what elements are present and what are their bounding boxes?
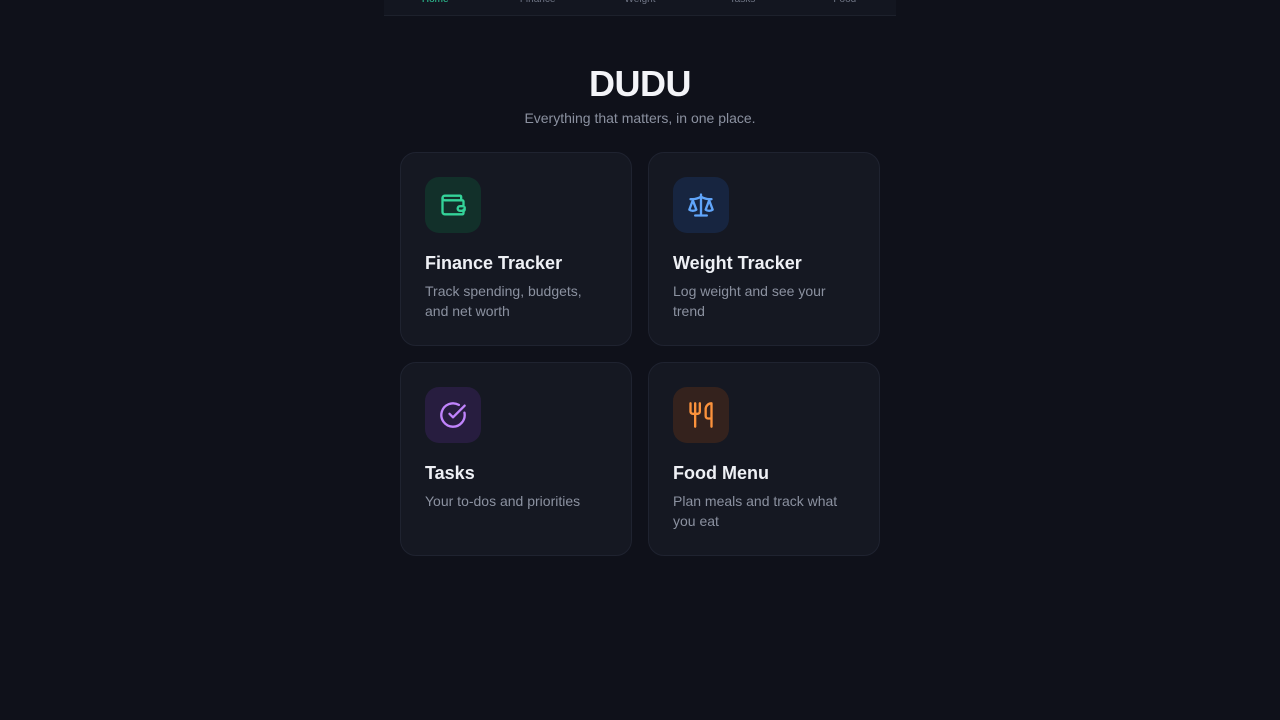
food-menu-card[interactable]: Food Menu Plan meals and track what you …	[648, 362, 880, 556]
nav-item-tasks[interactable]: Tasks	[691, 0, 793, 15]
app-subtitle: Everything that matters, in one place.	[524, 110, 756, 126]
hero: DUDU Everything that matters, in one pla…	[0, 62, 1280, 126]
card-description: Plan meals and track what you eat	[673, 493, 838, 529]
top-nav: Home Finance Weight Tasks Food	[384, 0, 896, 16]
card-description: Your to-dos and priorities	[425, 493, 581, 509]
app-title: DUDU	[589, 63, 692, 104]
nav-item-weight[interactable]: Weight	[589, 0, 691, 15]
card-title: Finance Tracker	[425, 253, 563, 273]
food-icon-tile	[673, 387, 729, 443]
tasks-icon-tile	[425, 387, 481, 443]
nav-item-finance[interactable]: Finance	[486, 0, 588, 15]
check-circle-icon	[440, 402, 466, 428]
card-description: Track spending, budgets, and net worth	[425, 283, 582, 319]
feature-grid: Finance Tracker Track spending, budgets,…	[400, 152, 880, 556]
nav-item-food[interactable]: Food	[794, 0, 896, 15]
finance-icon-tile	[425, 177, 481, 233]
scale-icon	[688, 193, 714, 217]
card-title: Tasks	[425, 463, 475, 483]
weight-tracker-card[interactable]: Weight Tracker Log weight and see your t…	[648, 152, 880, 346]
weight-icon-tile	[673, 177, 729, 233]
card-title: Weight Tracker	[673, 253, 802, 273]
card-description: Log weight and see your trend	[673, 283, 826, 319]
finance-tracker-card[interactable]: Finance Tracker Track spending, budgets,…	[400, 152, 632, 346]
card-title: Food Menu	[673, 463, 769, 483]
wallet-icon	[441, 194, 466, 216]
nav-item-home[interactable]: Home	[384, 0, 486, 15]
tasks-card[interactable]: Tasks Your to-dos and priorities	[400, 362, 632, 556]
utensils-icon	[689, 402, 713, 428]
